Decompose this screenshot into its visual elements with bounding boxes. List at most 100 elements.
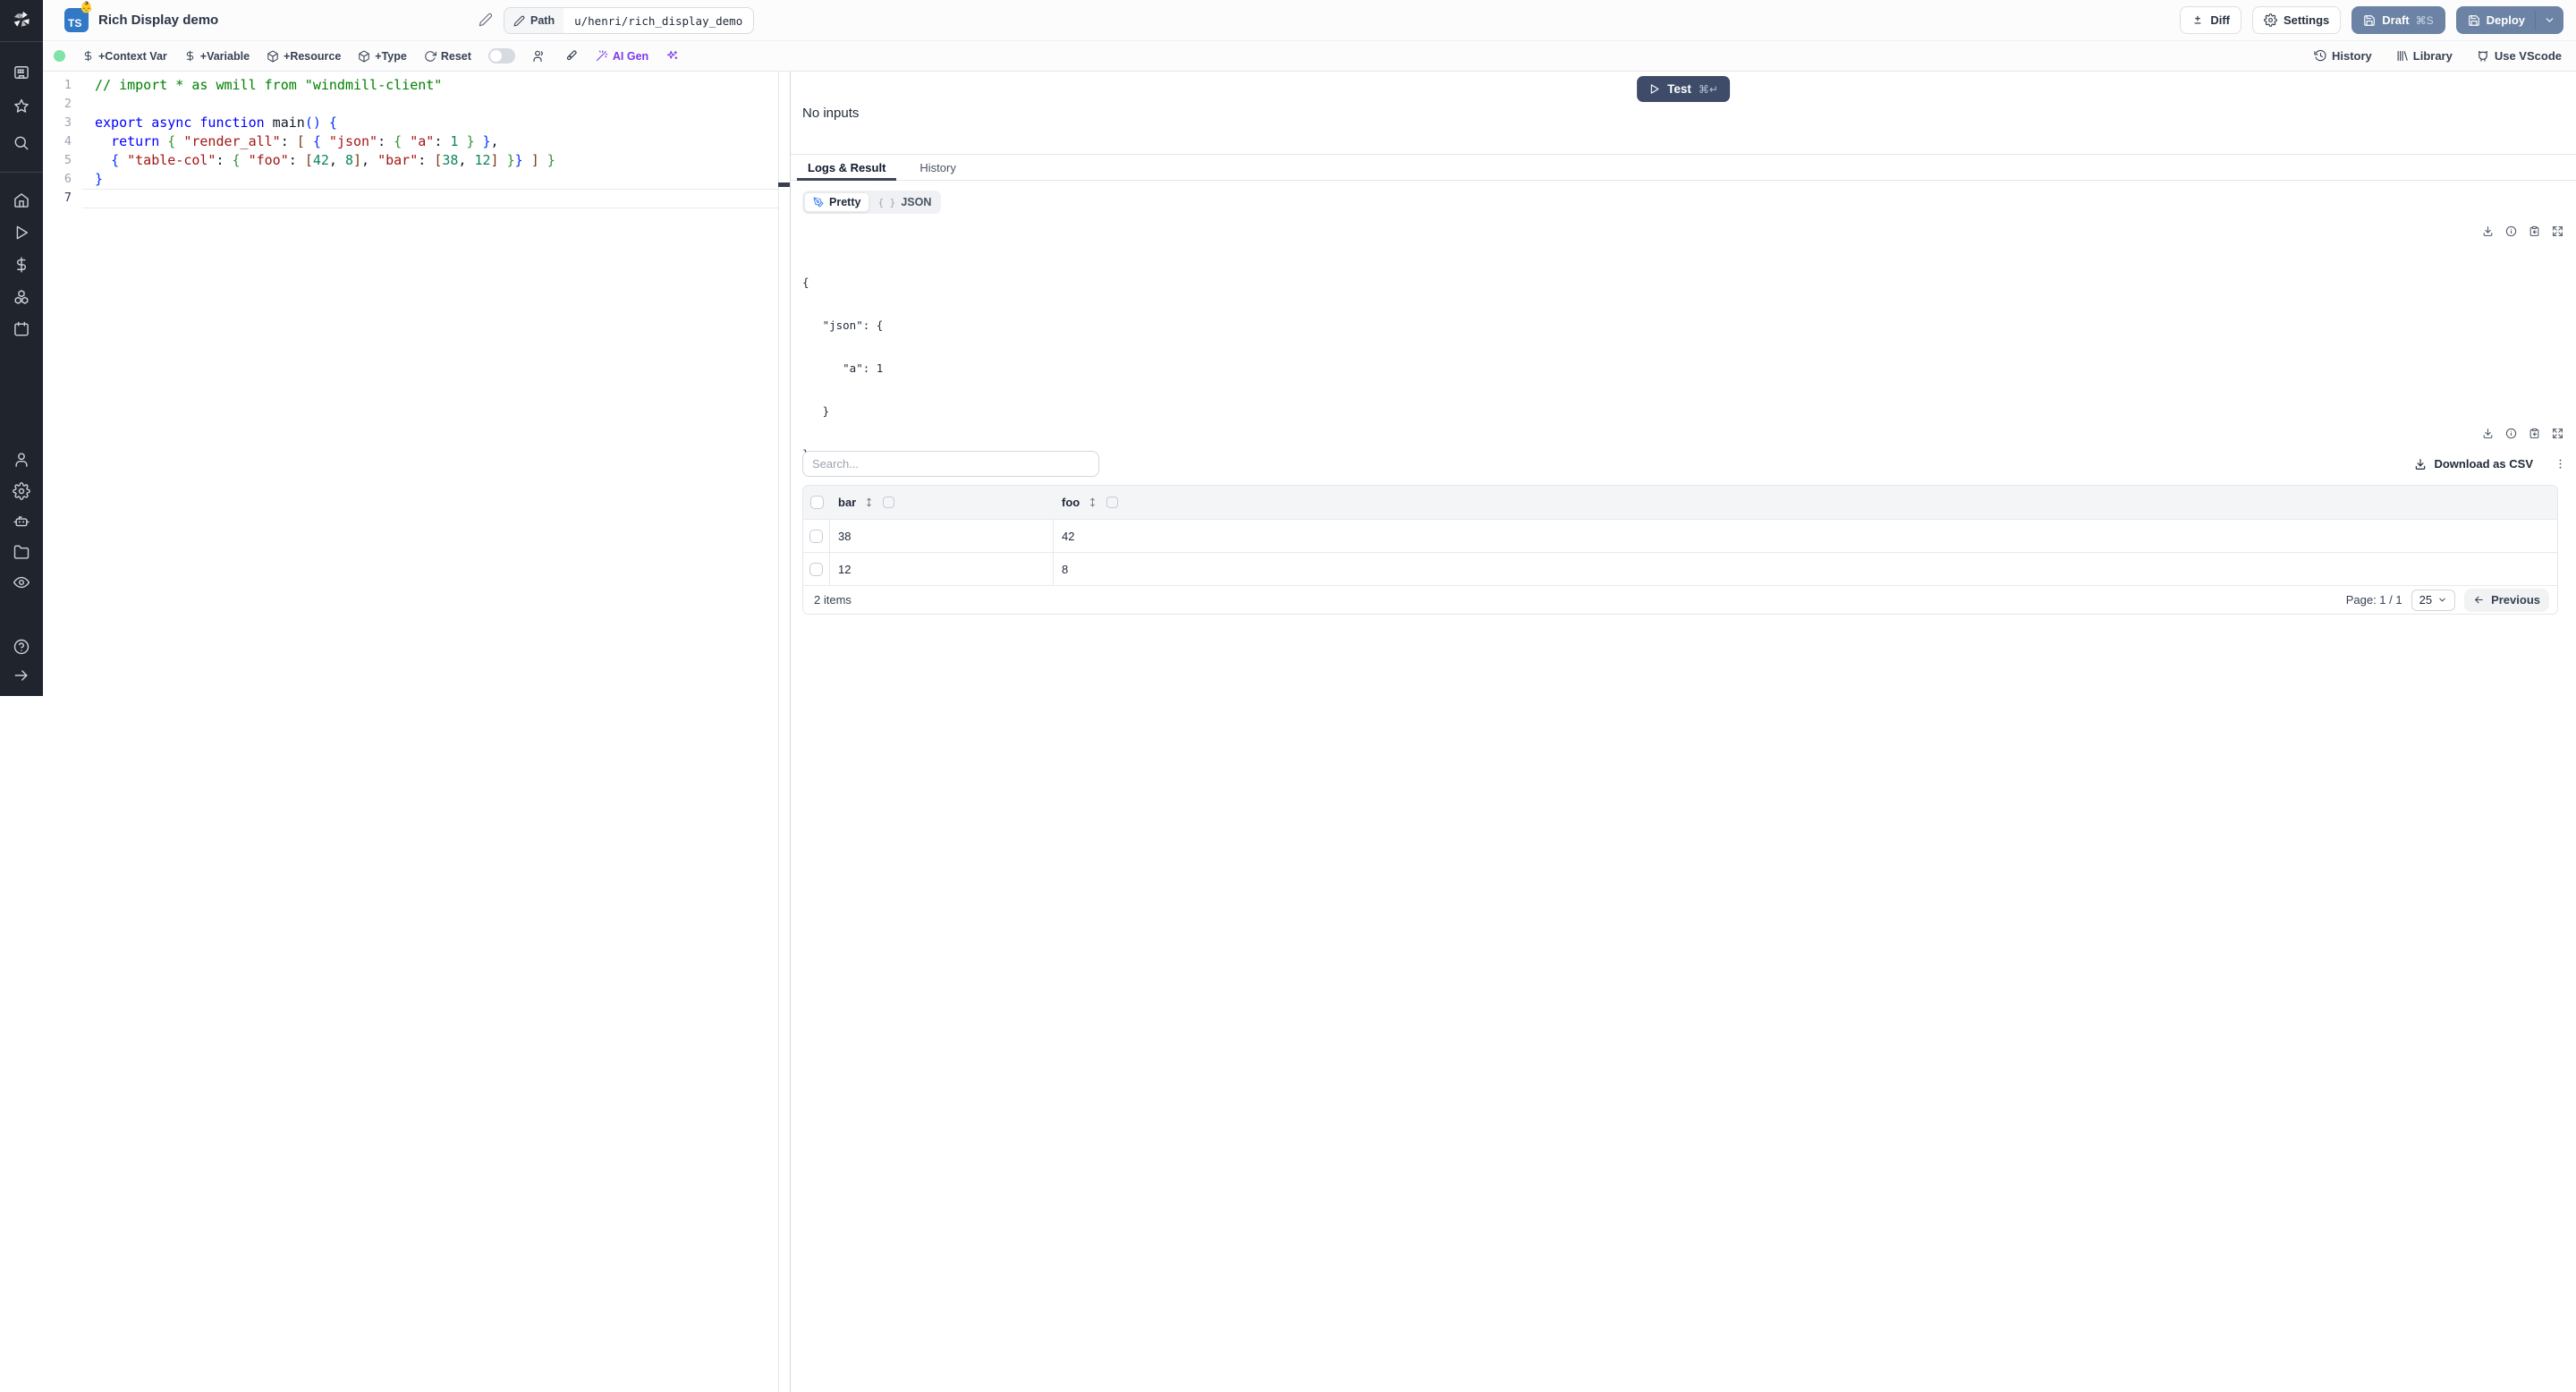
ai-gen-button[interactable]: AI Gen (595, 49, 648, 63)
line-number-active: 7 (64, 191, 72, 205)
previous-page-button[interactable]: Previous (2464, 588, 2549, 612)
badge-emoji: 👶 (80, 1, 93, 13)
pencil-icon (513, 15, 525, 26)
diff-button[interactable]: Diff (2180, 6, 2241, 34)
magic-wand-icon (596, 50, 608, 62)
page-indicator: Page: 1 / 1 (2345, 593, 2402, 607)
sidebar-item-variables[interactable] (13, 256, 30, 274)
json-line: "json": { (822, 318, 884, 332)
copy-icon[interactable] (2529, 225, 2540, 237)
sidebar-item-folders[interactable] (13, 543, 30, 561)
use-vscode-button[interactable]: Use VScode (2476, 49, 2562, 64)
info-icon[interactable] (2505, 428, 2517, 439)
sort-icon[interactable] (1087, 497, 1098, 508)
sidebar-item-schedules[interactable] (13, 320, 30, 338)
add-context-var-button[interactable]: +Context Var (82, 50, 167, 63)
download-icon (2416, 458, 2426, 470)
sidebar-item-settings[interactable] (13, 482, 30, 500)
resize-handle[interactable] (778, 182, 791, 187)
download-icon[interactable] (2482, 428, 2494, 439)
code-line-5: { "table-col": { "foo": [42, 8], "bar": … (111, 152, 555, 168)
row-checkbox[interactable] (809, 562, 823, 576)
multiplayer-button[interactable] (532, 49, 547, 64)
library-button[interactable]: Library (2395, 49, 2453, 63)
sidebar-item-favorites[interactable] (13, 98, 30, 115)
add-resource-button[interactable]: +Resource (267, 50, 341, 63)
sidebar-item-apps[interactable] (13, 64, 30, 81)
kebab-icon (2559, 459, 2561, 469)
sidebar-item-resources[interactable] (13, 288, 30, 306)
sidebar-item-users[interactable] (13, 451, 30, 469)
status-dot (54, 50, 65, 62)
info-icon[interactable] (2505, 225, 2517, 237)
json-view-button[interactable]: { } JSON (869, 192, 939, 212)
result-actions (2482, 225, 2563, 237)
select-all-checkbox[interactable] (809, 496, 824, 509)
library-icon (2397, 50, 2408, 62)
download-csv-button[interactable]: Download as CSV (2414, 457, 2533, 471)
add-type-button[interactable]: +Type (358, 50, 407, 63)
run-result-panel: Test ⌘↵ No inputs Logs & Result History … (790, 72, 2576, 1392)
edit-title-icon[interactable] (479, 13, 493, 27)
settings-button[interactable]: Settings (2252, 6, 2342, 34)
reset-icon (425, 50, 436, 62)
path-edit-button[interactable]: Path (504, 8, 564, 33)
download-icon[interactable] (2482, 225, 2494, 237)
sidebar-item-expand[interactable] (13, 666, 30, 684)
pretty-view-button[interactable]: Pretty (804, 192, 870, 212)
draft-button[interactable]: Draft ⌘S (2351, 6, 2445, 34)
sidebar-item-help[interactable] (13, 638, 30, 656)
column-toggle[interactable] (883, 497, 895, 508)
deploy-button-divider (2535, 11, 2536, 30)
arrow-left-icon (2475, 596, 2483, 604)
reset-button[interactable]: Reset (424, 50, 471, 63)
column-toggle[interactable] (1106, 497, 1119, 508)
add-variable-button[interactable]: +Variable (184, 50, 250, 63)
cell-foo: 8 (1062, 562, 1069, 576)
sparkles-button[interactable] (665, 49, 679, 63)
column-header-bar[interactable]: bar (838, 496, 856, 509)
path-label: Path (530, 14, 555, 27)
sidebar-item-workers[interactable] (13, 513, 30, 530)
table-row[interactable]: 38 42 (803, 519, 2557, 552)
expand-icon[interactable] (2552, 428, 2563, 439)
line-number: 1 (64, 78, 72, 92)
search-input[interactable] (802, 451, 1099, 477)
sidebar-item-runs[interactable] (13, 224, 30, 242)
line-number: 4 (64, 134, 72, 149)
table-row[interactable]: 12 8 (803, 552, 2557, 585)
copy-icon[interactable] (2529, 428, 2540, 439)
row-checkbox[interactable] (809, 529, 823, 543)
package-icon (359, 50, 370, 62)
cell-foo: 42 (1062, 529, 1075, 543)
tab-logs-result[interactable]: Logs & Result (796, 155, 897, 181)
code-editor[interactable]: 1 2 3 4 5 6 7 // import * as wmill from … (43, 72, 778, 1392)
diff-mode-toggle[interactable] (487, 48, 515, 64)
code-line-6: } (95, 171, 104, 187)
format-button[interactable] (564, 49, 578, 64)
json-line: } (802, 404, 830, 418)
table-menu-button[interactable] (2553, 457, 2567, 471)
sidebar-item-audit-logs[interactable] (13, 573, 30, 591)
sidebar-item-search[interactable] (13, 134, 30, 152)
test-button[interactable]: Test ⌘↵ (1637, 76, 1730, 102)
gear-icon (2264, 13, 2277, 27)
line-number: 5 (64, 153, 72, 167)
sidebar-item-home[interactable] (13, 191, 30, 209)
column-header-foo[interactable]: foo (1062, 496, 1080, 509)
sidebar-divider (0, 41, 43, 42)
top-header: TS 👶 Rich Display demo Path u/henri/rich… (43, 0, 2576, 41)
pen-icon (813, 197, 824, 208)
tab-history[interactable]: History (914, 155, 961, 180)
expand-icon[interactable] (2552, 225, 2563, 237)
history-button[interactable]: History (2314, 49, 2372, 63)
paintbrush-icon (566, 49, 577, 60)
page-size-select[interactable]: 25 (2411, 589, 2456, 611)
table-actions (2482, 428, 2563, 439)
deploy-button[interactable]: Deploy (2455, 6, 2563, 34)
path-control[interactable]: Path u/henri/rich_display_demo (504, 7, 755, 34)
sort-icon[interactable] (863, 497, 875, 508)
windmill-logo-icon[interactable] (9, 7, 34, 32)
chevron-down-icon[interactable] (2544, 14, 2555, 26)
dollar-icon (186, 50, 193, 62)
